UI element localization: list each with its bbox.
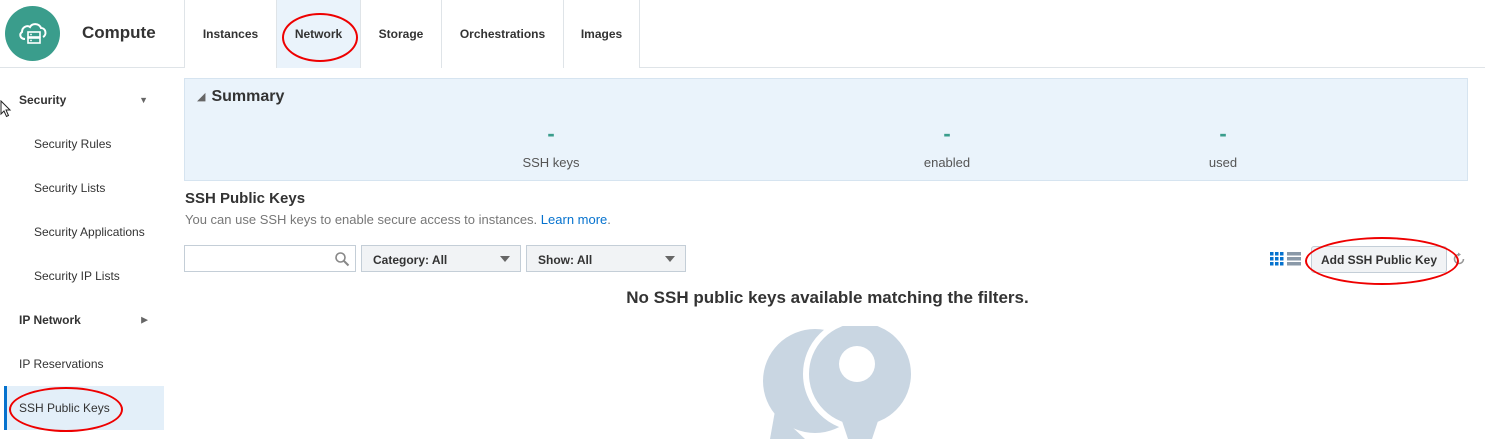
tab-label: Storage bbox=[378, 27, 424, 41]
grid-view-icon[interactable] bbox=[1270, 252, 1284, 266]
select-value: Show: All bbox=[538, 253, 593, 267]
search-icon[interactable] bbox=[334, 251, 350, 267]
sidebar-item-label: SSH Public Keys bbox=[19, 401, 110, 415]
sidebar-item-label: Security Rules bbox=[34, 137, 112, 151]
metric-caption: enabled bbox=[923, 155, 971, 170]
collapse-triangle-icon[interactable]: ◢ bbox=[197, 91, 205, 103]
sidebar-item-ip-reservations[interactable]: IP Reservations bbox=[4, 342, 164, 386]
caret-right-icon: ▶ bbox=[141, 314, 148, 325]
caret-down-icon: ▼ bbox=[139, 95, 148, 105]
chevron-down-icon bbox=[665, 256, 675, 262]
metric-caption: SSH keys bbox=[522, 155, 580, 170]
app-title: Compute bbox=[82, 23, 156, 42]
chevron-down-icon bbox=[500, 256, 510, 262]
metric-value: - bbox=[943, 121, 951, 146]
sidebar-item-security[interactable]: Security ▼ bbox=[4, 78, 164, 122]
tab-instances[interactable]: Instances bbox=[184, 0, 276, 68]
tab-label: Instances bbox=[202, 27, 259, 41]
section-description: You can use SSH keys to enable secure ac… bbox=[185, 212, 611, 227]
select-value: Category: All bbox=[373, 253, 448, 267]
category-filter-select[interactable]: Category: All bbox=[361, 245, 521, 272]
metric-caption: used bbox=[1208, 155, 1238, 170]
sidebar-item-label: Security bbox=[19, 93, 67, 107]
sidebar-item-label: IP Reservations bbox=[19, 357, 104, 371]
sidebar-item-label: IP Network bbox=[19, 313, 81, 327]
tab-orchestrations[interactable]: Orchestrations bbox=[441, 0, 563, 68]
search-input[interactable] bbox=[185, 246, 325, 271]
tab-network[interactable]: Network bbox=[276, 0, 360, 68]
main-tabs: Instances Network Storage Orchestrations… bbox=[184, 0, 640, 68]
top-header: Compute Instances Network Storage Orches… bbox=[0, 0, 1485, 68]
mouse-cursor-icon bbox=[0, 100, 12, 118]
search-box bbox=[184, 245, 356, 272]
list-view-icon[interactable] bbox=[1287, 252, 1301, 266]
view-toggle[interactable] bbox=[1270, 252, 1302, 266]
section-title: SSH Public Keys bbox=[185, 190, 306, 207]
empty-state-message: No SSH public keys available matching th… bbox=[626, 288, 1029, 307]
metric-ssh-keys: - SSH keys bbox=[451, 121, 651, 171]
summary-title: Summary bbox=[211, 88, 285, 105]
description-text: You can use SSH keys to enable secure ac… bbox=[185, 212, 538, 227]
sidebar-item-security-lists[interactable]: Security Lists bbox=[4, 166, 164, 210]
summary-header[interactable]: ◢ Summary bbox=[197, 88, 284, 106]
tab-label: Network bbox=[294, 27, 343, 41]
sidebar-item-security-applications[interactable]: Security Applications bbox=[4, 210, 164, 254]
refresh-icon[interactable] bbox=[1452, 252, 1466, 266]
sidebar-item-ssh-public-keys[interactable]: SSH Public Keys bbox=[4, 386, 164, 430]
add-ssh-public-key-button[interactable]: Add SSH Public Key bbox=[1311, 246, 1447, 273]
sidebar-item-label: Security IP Lists bbox=[34, 269, 120, 283]
tab-label: Images bbox=[580, 27, 623, 41]
metric-value: - bbox=[1219, 121, 1227, 146]
tab-label: Orchestrations bbox=[459, 27, 546, 41]
cloud-server-icon bbox=[5, 6, 60, 61]
tab-images[interactable]: Images bbox=[563, 0, 640, 68]
metric-used: - used bbox=[1123, 121, 1323, 171]
summary-panel: ◢ Summary - SSH keys - enabled - used bbox=[184, 78, 1468, 181]
description-period: . bbox=[607, 212, 611, 227]
metric-enabled: - enabled bbox=[847, 121, 1047, 171]
sidebar-item-label: Security Applications bbox=[34, 225, 145, 239]
learn-more-link[interactable]: Learn more bbox=[541, 212, 607, 227]
show-filter-select[interactable]: Show: All bbox=[526, 245, 686, 272]
tab-storage[interactable]: Storage bbox=[360, 0, 441, 68]
key-illustration-icon bbox=[763, 326, 917, 439]
sidebar: Security ▼ Security Rules Security Lists… bbox=[0, 68, 164, 439]
sidebar-item-security-rules[interactable]: Security Rules bbox=[4, 122, 164, 166]
metric-value: - bbox=[547, 121, 555, 146]
sidebar-item-label: Security Lists bbox=[34, 181, 106, 195]
